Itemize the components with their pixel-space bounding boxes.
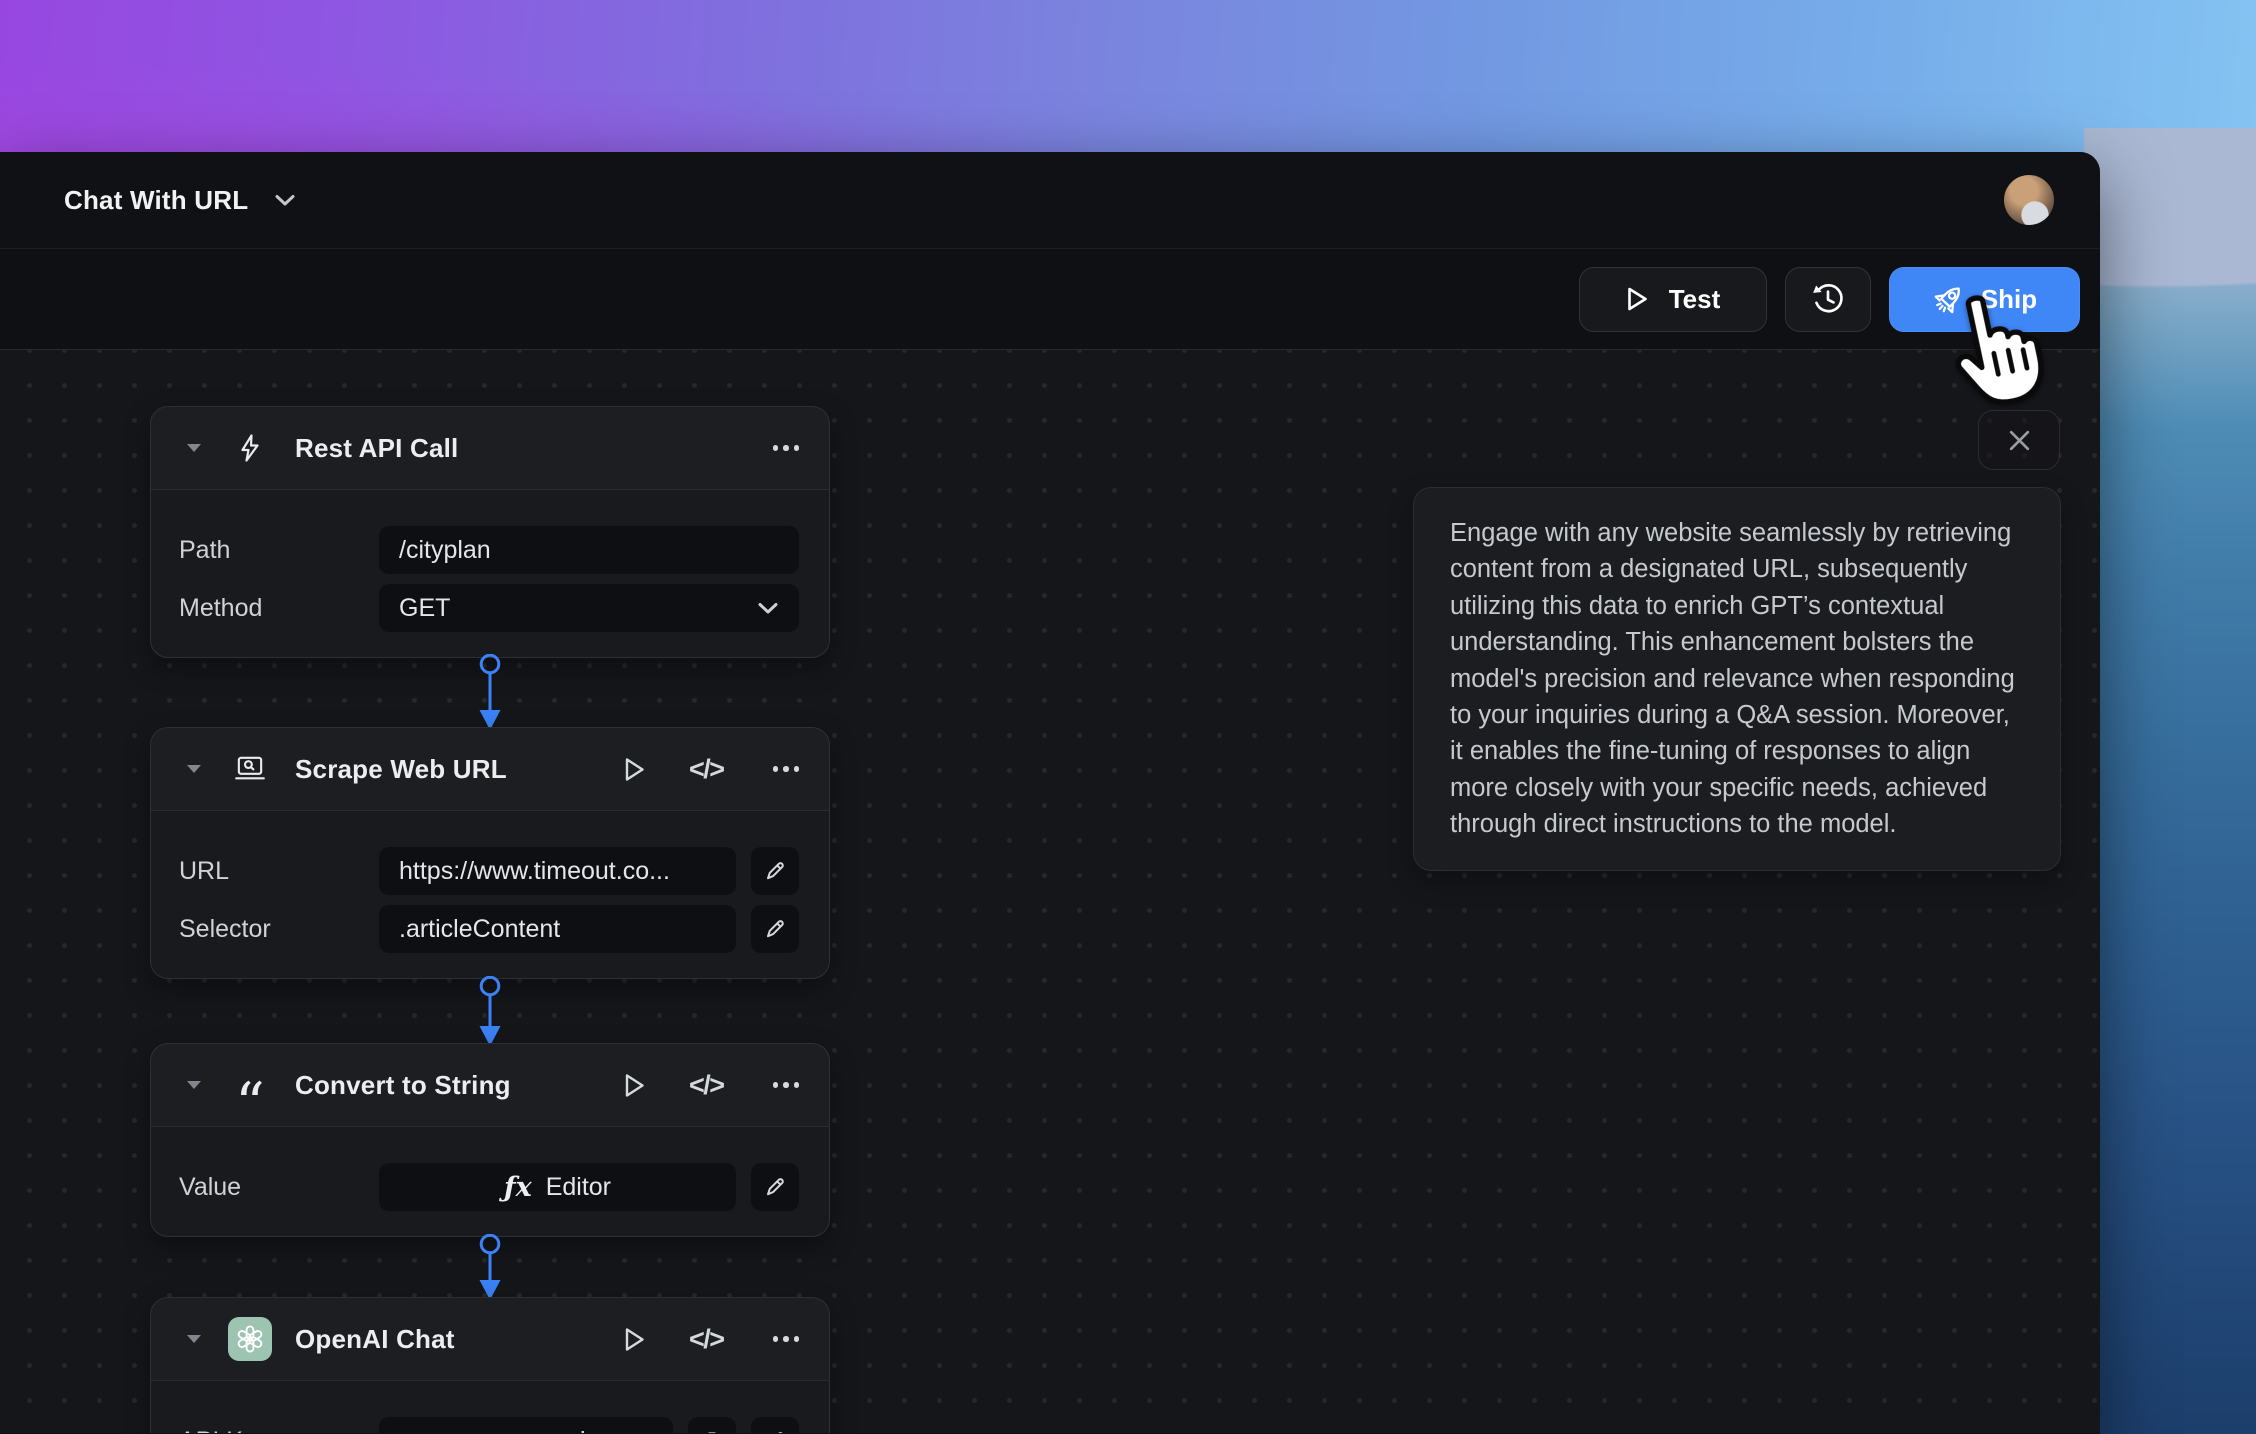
run-node-button[interactable]: [624, 757, 645, 782]
node-body: URL https://www.timeout.co...: [151, 811, 829, 978]
page-title: Chat With URL: [64, 185, 248, 216]
api-key-value: openai: [510, 1427, 585, 1434]
field-label: Value: [179, 1173, 379, 1202]
node-header: “ Convert to String </>: [151, 1044, 829, 1127]
more-menu-button[interactable]: [768, 1082, 800, 1088]
trash-icon: [700, 1429, 724, 1433]
collapse-caret[interactable]: [187, 765, 201, 773]
wallpaper-purple: [0, 0, 2256, 172]
code-icon: </>: [689, 754, 724, 785]
description-panel: Engage with any website seamlessly by re…: [1413, 487, 2061, 871]
ellipsis-icon: [768, 445, 800, 451]
lightning-icon: [227, 433, 273, 463]
more-menu-button[interactable]: [768, 766, 800, 772]
node-title: Scrape Web URL: [295, 754, 507, 785]
pencil-icon: [763, 859, 787, 883]
node-header: Scrape Web URL </>: [151, 728, 829, 811]
edit-button[interactable]: [751, 1417, 799, 1433]
more-menu-button[interactable]: [768, 445, 800, 451]
collapse-caret[interactable]: [187, 1081, 201, 1089]
avatar[interactable]: [2004, 175, 2054, 225]
app-window: Chat With URL Test: [0, 152, 2100, 1434]
workflow-canvas[interactable]: Rest API Call Path /cityplan Method GET: [0, 350, 2100, 1433]
more-menu-button[interactable]: [768, 1336, 800, 1342]
wallpaper-blue: [2084, 128, 2256, 1434]
quote-icon: “: [227, 1065, 273, 1105]
ellipsis-icon: [768, 1082, 800, 1088]
method-value: GET: [399, 594, 450, 623]
node-header: Rest API Call: [151, 407, 829, 490]
code-icon: </>: [689, 1070, 724, 1101]
node-convert-to-string[interactable]: “ Convert to String </> Value: [150, 1043, 830, 1237]
play-icon: [624, 757, 645, 782]
node-title: Convert to String: [295, 1070, 511, 1101]
url-value: https://www.timeout.co...: [399, 857, 670, 886]
code-button[interactable]: </>: [689, 1070, 724, 1101]
node-scrape-web-url[interactable]: Scrape Web URL </> URL ht: [150, 727, 830, 979]
node-openai-chat[interactable]: OpenAI Chat </> API Key: [150, 1297, 830, 1433]
close-icon: [2006, 427, 2033, 454]
key-icon: [466, 1428, 496, 1433]
ellipsis-icon: [768, 766, 800, 772]
code-icon: </>: [689, 1324, 724, 1355]
method-select[interactable]: GET: [379, 584, 799, 632]
editor-label: Editor: [546, 1173, 611, 1202]
output-port[interactable]: [481, 977, 499, 995]
pencil-icon: [763, 1175, 787, 1199]
api-key-field[interactable]: openai: [379, 1417, 673, 1433]
run-node-button[interactable]: [624, 1327, 645, 1352]
node-body: Value ƒx Editor: [151, 1127, 829, 1236]
chevron-down-icon: [274, 193, 296, 207]
collapse-caret[interactable]: [187, 444, 201, 452]
node-body: Path /cityplan Method GET: [151, 490, 829, 657]
node-body: API Key openai: [151, 1381, 829, 1433]
fx-icon: ƒx: [504, 1172, 532, 1203]
selector-value: .articleContent: [399, 915, 560, 944]
field-label: API Key: [179, 1427, 379, 1434]
code-button[interactable]: </>: [689, 1324, 724, 1355]
selector-input[interactable]: .articleContent: [379, 905, 736, 953]
node-title: Rest API Call: [295, 433, 458, 464]
history-button[interactable]: [1785, 267, 1871, 332]
node-rest-api-call[interactable]: Rest API Call Path /cityplan Method GET: [150, 406, 830, 658]
node-header: OpenAI Chat </>: [151, 1298, 829, 1381]
edit-button[interactable]: [751, 847, 799, 895]
play-icon: [1626, 286, 1649, 312]
run-node-button[interactable]: [624, 1073, 645, 1098]
openai-icon: [227, 1317, 273, 1361]
top-bar: Chat With URL: [0, 152, 2100, 248]
workflow-title-dropdown[interactable]: Chat With URL: [64, 185, 296, 216]
code-button[interactable]: </>: [689, 754, 724, 785]
field-label: Selector: [179, 915, 379, 944]
delete-button[interactable]: [688, 1417, 736, 1433]
path-value: /cityplan: [399, 536, 491, 565]
url-input[interactable]: https://www.timeout.co...: [379, 847, 736, 895]
ellipsis-icon: [768, 1336, 800, 1342]
connector: [477, 976, 503, 1051]
chevron-down-icon: [757, 602, 779, 615]
node-title: OpenAI Chat: [295, 1324, 455, 1355]
pencil-icon: [763, 917, 787, 941]
test-button[interactable]: Test: [1579, 267, 1767, 332]
path-input[interactable]: /cityplan: [379, 526, 799, 574]
fx-editor-button[interactable]: ƒx Editor: [379, 1163, 736, 1211]
play-icon: [624, 1327, 645, 1352]
pencil-icon: [763, 1429, 787, 1433]
collapse-caret[interactable]: [187, 1335, 201, 1343]
history-icon: [1810, 281, 1846, 317]
toolbar: Test Ship: [0, 248, 2100, 350]
connector: [477, 654, 503, 735]
play-icon: [624, 1073, 645, 1098]
field-label: Path: [179, 536, 379, 565]
test-button-label: Test: [1669, 284, 1721, 315]
close-button[interactable]: [1978, 410, 2060, 470]
field-label: URL: [179, 857, 379, 886]
web-scrape-icon: [227, 755, 273, 783]
connector: [477, 1234, 503, 1305]
description-text: Engage with any website seamlessly by re…: [1450, 515, 2024, 843]
output-port[interactable]: [481, 1235, 499, 1253]
edit-button[interactable]: [751, 1163, 799, 1211]
field-label: Method: [179, 594, 379, 623]
edit-button[interactable]: [751, 905, 799, 953]
